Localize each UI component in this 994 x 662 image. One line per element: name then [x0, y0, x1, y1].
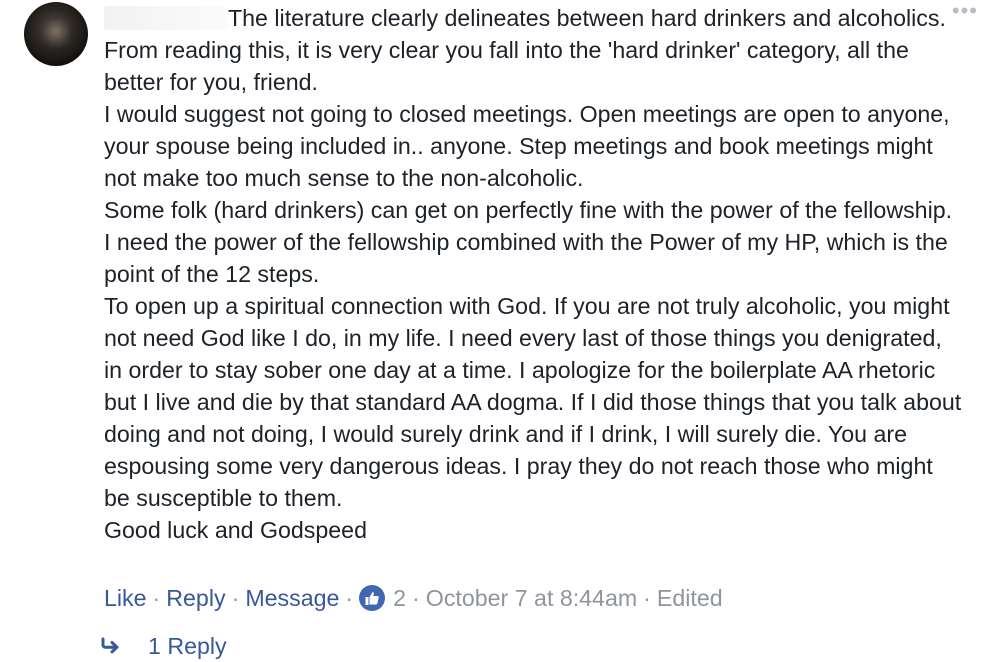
comment-paragraph: Good luck and Godspeed	[104, 517, 367, 543]
comment-actions: Like · Reply · Message · 2 · October 7 a…	[104, 582, 723, 614]
comment-paragraph: To open up a spiritual connection with G…	[104, 293, 962, 511]
comment: ••• The literature clearly delineates be…	[0, 0, 994, 660]
like-link[interactable]: Like	[104, 582, 147, 614]
edited-label[interactable]: Edited	[657, 582, 723, 614]
comment-paragraph: From reading this, it is very clear you …	[104, 37, 909, 95]
replies-count-label[interactable]: 1 Reply	[148, 630, 227, 662]
separator-dot: ·	[412, 585, 420, 611]
comment-body: The literature clearly delineates betwee…	[104, 2, 964, 546]
thumbs-up-icon[interactable]	[359, 585, 386, 611]
timestamp[interactable]: October 7 at 8:44am	[426, 582, 637, 614]
reaction-count[interactable]: 2	[393, 582, 406, 614]
comment-paragraph: Some folk (hard drinkers) can get on per…	[104, 197, 953, 287]
avatar-face	[42, 16, 70, 50]
reply-link[interactable]: Reply	[166, 582, 225, 614]
message-link[interactable]: Message	[245, 582, 339, 614]
reply-arrow-icon	[101, 637, 119, 654]
view-replies-link[interactable]: 1 Reply	[100, 630, 227, 662]
separator-dot: ·	[231, 585, 240, 611]
separator-dot: ·	[643, 585, 651, 611]
comment-paragraph: The literature clearly delineates betwee…	[228, 5, 946, 31]
avatar[interactable]	[24, 2, 88, 66]
separator-dot: ·	[152, 585, 161, 611]
comment-paragraph: I would suggest not going to closed meet…	[104, 101, 950, 191]
separator-dot: ·	[345, 585, 354, 611]
